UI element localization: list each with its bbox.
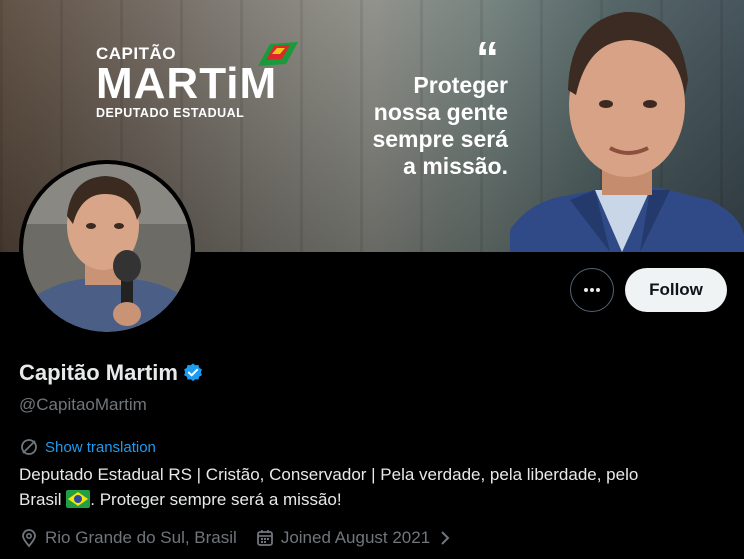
location-icon: [22, 529, 36, 548]
bio-line: Deputado Estadual RS | Cristão, Conserva…: [19, 465, 639, 484]
profile-joined: Joined August 2021: [255, 528, 460, 548]
slogan-line: sempre será: [372, 126, 508, 152]
slogan-line: a missão.: [403, 153, 508, 179]
profile-avatar[interactable]: [19, 160, 195, 336]
translate-icon: [21, 439, 37, 455]
banner-portrait: [510, 11, 744, 252]
brazil-flag-icon: [66, 490, 91, 508]
chevron-right-icon[interactable]: [436, 529, 454, 547]
joined-text: Joined August 2021: [280, 528, 431, 547]
profile-handle: @CapitaoMartim: [19, 395, 147, 414]
more-icon: [584, 288, 600, 292]
bio-line: Brasil . Proteger sempre será a missão!: [19, 487, 719, 512]
more-button[interactable]: [570, 268, 614, 312]
profile-meta: Rio Grande do Sul, Brasil Joined August …: [19, 528, 478, 548]
slogan-line: nossa gente: [373, 99, 508, 125]
slogan-line: Proteger: [413, 72, 508, 98]
banner-slogan: Proteger nossa gente sempre será a missã…: [330, 72, 508, 180]
logo-sub-text: DEPUTADO ESTADUAL: [96, 106, 245, 120]
profile-location: Rio Grande do Sul, Brasil: [19, 528, 237, 548]
location-text: Rio Grande do Sul, Brasil: [45, 528, 237, 547]
avatar-image: [23, 164, 191, 332]
show-translation-label[interactable]: Show translation: [45, 439, 156, 456]
calendar-icon: [256, 530, 273, 546]
verified-badge-icon[interactable]: [182, 362, 204, 384]
bio-text: Brasil: [19, 490, 62, 509]
campaign-logo: CAPITÃO MARTiM DEPUTADO ESTADUAL: [96, 44, 277, 120]
logo-main-text: MARTiM: [96, 59, 278, 108]
profile-name: Capitão Martim: [19, 360, 178, 385]
profile-bio: Deputado Estadual RS | Cristão, Conserva…: [19, 462, 719, 512]
state-flag-icon: [258, 42, 298, 66]
show-translation-link[interactable]: Show translation: [19, 437, 156, 457]
profile-name-row: Capitão Martim: [19, 360, 204, 386]
follow-button[interactable]: Follow: [625, 268, 727, 312]
bio-text: . Proteger sempre será a missão!: [90, 490, 342, 509]
